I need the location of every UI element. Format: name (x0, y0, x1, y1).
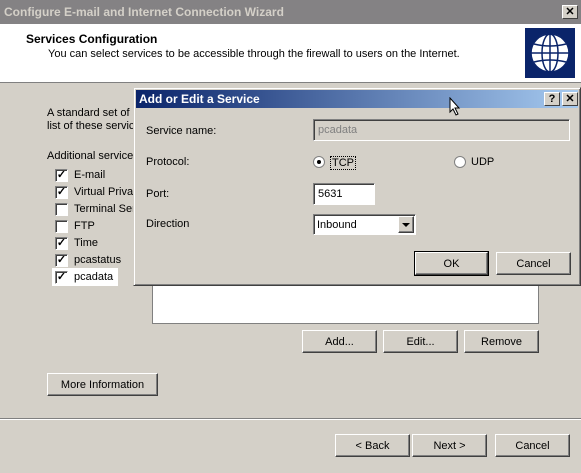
port-label: Port: (146, 188, 170, 200)
service-checkbox[interactable]: ✓ (55, 169, 68, 182)
dialog-title: Add or Edit a Service (139, 92, 260, 106)
service-name-value: pcadata (318, 124, 358, 136)
back-button[interactable]: < Back (335, 434, 410, 457)
dialog-title-bar: Add or Edit a Service ? ✕ (136, 90, 578, 108)
edit-service-button[interactable]: Edit... (383, 330, 458, 353)
services-list-area[interactable] (152, 286, 539, 324)
udp-radio-label[interactable]: UDP (471, 156, 494, 168)
help-button[interactable]: ? (544, 92, 560, 106)
service-checkbox[interactable] (55, 203, 68, 216)
service-name-label: Service name: (146, 125, 217, 137)
dialog-cancel-button[interactable]: Cancel (496, 252, 571, 275)
intro-text-line1: A standard set of s (47, 107, 139, 119)
more-information-button[interactable]: More Information (47, 373, 158, 396)
service-checkbox[interactable]: ✓ (55, 186, 68, 199)
globe-icon (525, 28, 575, 78)
help-icon: ? (548, 93, 556, 105)
service-checkbox[interactable]: ✓ (55, 271, 68, 284)
intro-text-line2: list of these servic (47, 120, 135, 132)
tcp-radio-label[interactable]: TCP (330, 156, 356, 170)
dropdown-button[interactable] (398, 216, 414, 233)
service-name-field[interactable]: pcadata (313, 119, 570, 141)
service-label: FTP (74, 220, 95, 232)
mouse-cursor-icon (449, 96, 461, 117)
add-edit-service-dialog: Add or Edit a Service ? ✕ Service name: … (133, 87, 581, 286)
footer-divider (0, 418, 581, 420)
port-input[interactable]: 5631 (313, 183, 375, 205)
dialog-close-button[interactable]: ✕ (562, 92, 578, 106)
direction-label: Direction (146, 218, 190, 230)
direction-value: Inbound (317, 219, 357, 231)
page-subtitle: You can select services to be accessible… (48, 48, 460, 60)
remove-service-button[interactable]: Remove (464, 330, 539, 353)
service-checkbox[interactable]: ✓ (55, 254, 68, 267)
protocol-label: Protocol: (146, 156, 190, 168)
wizard-close-button[interactable]: ✕ (562, 5, 578, 19)
direction-select[interactable]: Inbound (313, 214, 416, 235)
page-title: Services Configuration (26, 32, 158, 46)
next-button[interactable]: Next > (412, 434, 487, 457)
add-service-button[interactable]: Add... (302, 330, 377, 353)
close-icon: ✕ (565, 6, 575, 18)
service-label: Terminal Ser (74, 203, 136, 215)
service-label: Time (74, 237, 99, 249)
wizard-header: Services Configuration You can select se… (0, 24, 581, 83)
port-value: 5631 (318, 188, 343, 200)
service-label: Virtual Privat (74, 186, 137, 198)
additional-services-label: Additional services (47, 150, 139, 162)
close-icon: ✕ (565, 93, 575, 105)
tcp-radio[interactable] (313, 156, 325, 168)
chevron-down-icon (402, 222, 410, 227)
wizard-cancel-button[interactable]: Cancel (495, 434, 570, 457)
service-label: pcadata (74, 271, 114, 283)
service-checkbox[interactable] (55, 220, 68, 233)
service-label: E-mail (74, 169, 106, 181)
udp-radio[interactable] (454, 156, 466, 168)
service-label: pcastatus (74, 254, 122, 266)
wizard-title-bar: Configure E-mail and Internet Connection… (0, 0, 581, 24)
wizard-title: Configure E-mail and Internet Connection… (4, 5, 284, 19)
ok-button[interactable]: OK (414, 251, 489, 276)
list-item[interactable]: ✓ pcadata (52, 268, 118, 286)
services-list: ✓ E-mail ✓ Virtual Privat Terminal Ser F… (52, 166, 136, 286)
service-checkbox[interactable]: ✓ (55, 237, 68, 250)
